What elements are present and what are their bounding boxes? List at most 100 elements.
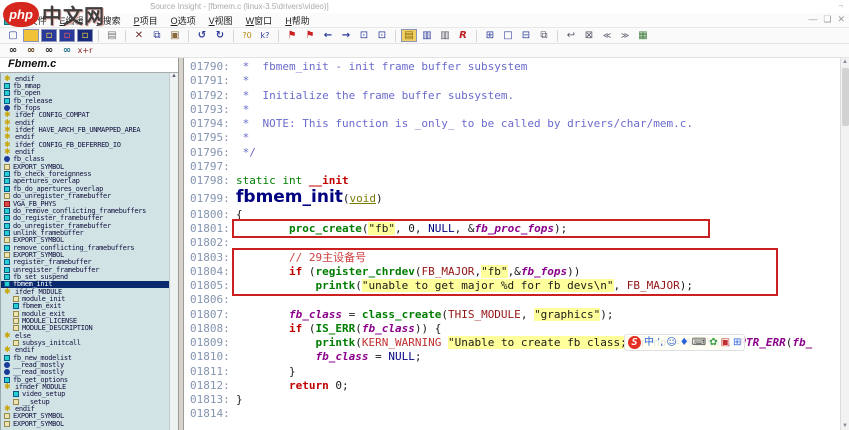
symbol-list[interactable]: ✱ endif fb_mmap fb_open fb_release fb_fops ✱ if… (0, 73, 178, 430)
bookmark-set-icon[interactable]: ⚑ (284, 29, 300, 42)
ime-punctuation-icon[interactable]: ’, (657, 336, 663, 349)
code-editor[interactable]: 01790: * fbmem_init - init frame buffer … (184, 58, 840, 430)
paste-icon[interactable]: ▣ (167, 29, 183, 42)
ime-status-bar[interactable]: S 中’, ☺ ♦ ⌨ ✿ ▣ ⊞ (624, 334, 746, 351)
nav-back-icon[interactable]: ← (320, 29, 336, 42)
prev-result-icon[interactable]: ≪ (599, 29, 615, 42)
next-result-icon[interactable]: ≫ (617, 29, 633, 42)
restore-icon[interactable]: ❏ (823, 14, 831, 25)
select-block-icon[interactable]: ⊠ (581, 29, 597, 42)
code-line-01811[interactable]: 01811: } (190, 365, 840, 379)
scrollbar-up-icon[interactable]: ▲ (841, 59, 849, 65)
menu-item-3[interactable]: P项目 (134, 16, 167, 26)
symbol-item-EXPORT_SYMBOL[interactable]: EXPORT_SYMBOL (1, 420, 178, 428)
code-line-01810[interactable]: 01810: fb_class = NULL; (190, 350, 840, 364)
code-line-01795[interactable]: 01795: * (190, 131, 840, 145)
symbol-window-icon[interactable]: ▤ (401, 29, 417, 42)
ime-skin-icon[interactable]: ✿ (709, 336, 717, 349)
undo-icon[interactable]: ↺ (194, 29, 210, 42)
main-toolbar: ▢ ▫ ▫ ▫ ▤ ✕ ⧉ ▣ ↺ ↻ ?0 k? ⚑ ⚑ ← → ⊡ ⊡ ▤ ▥ ▥ R ⊞ □ ⊟ ⧉ ↩ ⊠ ≪ ≫ ▦ (0, 28, 849, 44)
code-line-01798[interactable]: 01798: static int __init (190, 174, 840, 188)
menu-item-6[interactable]: W窗口 (246, 16, 282, 26)
search-context-icon[interactable]: ∞ (59, 44, 75, 57)
code-token: PTR_ERR (739, 336, 786, 349)
lookup-references-icon[interactable]: ▥ (437, 29, 453, 42)
nav-forward-icon[interactable]: → (338, 29, 354, 42)
scroll-up-icon[interactable]: ▲ (171, 73, 177, 79)
code-line-01806[interactable]: 01806: (190, 293, 840, 307)
save-as-icon[interactable]: ▫ (59, 29, 75, 42)
copy-icon[interactable]: ⧉ (149, 29, 165, 42)
tile-four-windows-icon[interactable]: ⊞ (482, 29, 498, 42)
menu-item-4[interactable]: O选项 (171, 16, 205, 26)
code-token: "unable to get major %d for fb devs\n" (361, 279, 614, 292)
print-icon[interactable]: ▤ (104, 29, 120, 42)
search-replace-icon[interactable]: ?0 (239, 29, 255, 42)
code-token: , 0, (394, 222, 429, 235)
new-file-icon[interactable]: ▢ (5, 29, 21, 42)
minimize-icon[interactable]: — (808, 14, 817, 25)
code-line-01796[interactable]: 01796: */ (190, 146, 840, 160)
reference-tool-icon[interactable]: R (455, 29, 471, 42)
scrollbar-thumb[interactable] (842, 68, 849, 126)
maximize-window-icon[interactable]: □ (500, 29, 516, 42)
cut-icon[interactable]: ✕ (131, 29, 147, 42)
code-line-01813[interactable]: 01813:} (190, 393, 840, 407)
editor-vertical-scrollbar[interactable]: ▲ ▼ (840, 58, 849, 430)
macro-icon (13, 325, 19, 332)
search-files-icon[interactable]: ∞ (41, 44, 57, 57)
code-line-01797[interactable]: 01797: (190, 160, 840, 174)
code-token: } (236, 393, 243, 406)
bookmark-next-icon[interactable]: ⚑ (302, 29, 318, 42)
code-token: FB_MAJOR (421, 264, 475, 278)
code-line-01801[interactable]: 01801: proc_create("fb", 0, NULL, &fb_pr… (190, 222, 840, 236)
close-icon[interactable]: ✕ (837, 14, 845, 25)
code-token: return (288, 378, 329, 392)
code-line-01804[interactable]: 01804: if (register_chrdev(FB_MAJOR,"fb"… (190, 264, 840, 279)
ime-toolbox-icon[interactable]: ▣ (721, 336, 730, 349)
sogou-ime-logo-icon[interactable]: S (628, 336, 641, 349)
code-line-01807[interactable]: 01807: fb_class = class_create(THIS_MODU… (190, 307, 840, 322)
save-all-icon[interactable]: ▫ (77, 29, 93, 42)
preprocessor-icon: ✱ (4, 73, 11, 83)
code-line-01791[interactable]: 01791: * (190, 74, 840, 88)
search-project-icon[interactable]: ∞ (23, 44, 39, 57)
ime-voice-icon[interactable]: ♦ (680, 336, 689, 349)
ime-more-icon[interactable]: ⊞ (733, 336, 741, 349)
scrollbar-down-icon[interactable]: ▼ (841, 423, 849, 429)
ime-emoji-icon[interactable]: ☺ (666, 336, 676, 349)
ime-mode-chinese-icon[interactable]: 中 (644, 336, 654, 349)
symbol-list-scrollbar[interactable]: ▲ (169, 73, 178, 430)
code-token: )) (567, 264, 581, 278)
code-token: = (368, 350, 389, 364)
tile-horizontal-icon[interactable]: ⊟ (518, 29, 534, 42)
goto-next-link-icon[interactable]: ⊡ (374, 29, 390, 42)
search-icon[interactable]: ∞ (5, 44, 21, 57)
code-token: , & (454, 222, 475, 235)
code-line-01800[interactable]: 01800: { (190, 208, 840, 222)
code-line-01814[interactable]: 01814: (190, 407, 840, 421)
goto-prev-link-icon[interactable]: ⊡ (356, 29, 372, 42)
search-and-replace-icon[interactable]: x+r (77, 44, 93, 57)
code-line-01805[interactable]: 01805: printk("unable to get major %d fo… (190, 279, 840, 293)
link-back-icon[interactable]: ↩ (563, 29, 579, 42)
function-icon (4, 215, 10, 222)
code-line-01812[interactable]: 01812: return 0; (190, 379, 840, 393)
cascade-windows-icon[interactable]: ⧉ (536, 29, 552, 42)
color-format-icon[interactable]: ▦ (635, 29, 651, 42)
code-line-01792[interactable]: 01792: * Initialize the frame buffer sub… (190, 89, 840, 103)
context-help-icon[interactable]: k? (257, 29, 273, 42)
code-line-01802[interactable]: 01802: (190, 236, 840, 250)
code-line-01790[interactable]: 01790: * fbmem_init - init frame buffer … (190, 60, 840, 74)
code-line-01799[interactable]: 01799: fbmem_init(void) (190, 188, 840, 208)
menu-item-7[interactable]: H帮助 (285, 16, 319, 26)
menu-item-5[interactable]: V视图 (209, 16, 242, 26)
relation-window-icon[interactable]: ▥ (419, 29, 435, 42)
code-line-01803[interactable]: 01803: // 29主设备号 (190, 251, 840, 265)
ime-keyboard-icon[interactable]: ⌨ (692, 336, 706, 349)
save-file-icon[interactable]: ▫ (41, 29, 57, 42)
redo-icon[interactable]: ↻ (212, 29, 228, 42)
code-line-01794[interactable]: 01794: * NOTE: This function is _only_ t… (190, 117, 840, 131)
code-line-01793[interactable]: 01793: * (190, 103, 840, 117)
open-file-icon[interactable] (23, 29, 39, 42)
